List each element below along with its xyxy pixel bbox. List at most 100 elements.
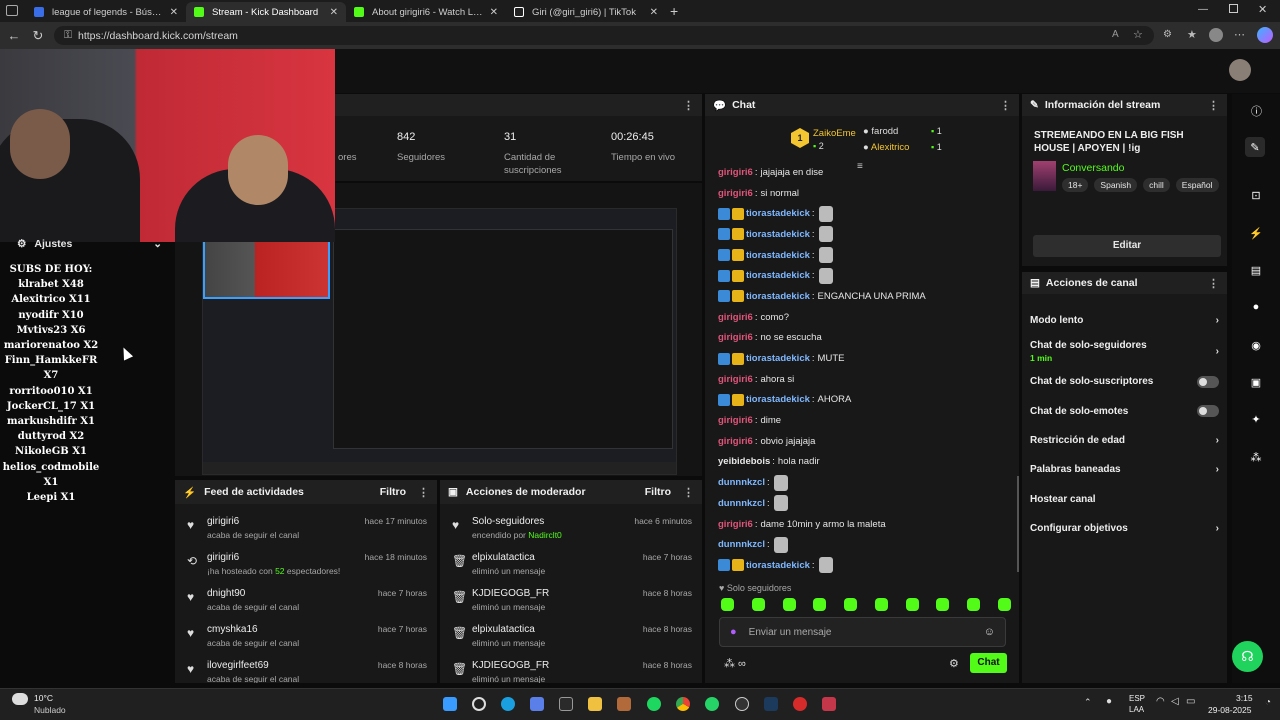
- chat-scrollbar[interactable]: [1017, 476, 1019, 572]
- close-icon[interactable]: ✕: [650, 7, 658, 18]
- windows-start-icon[interactable]: [443, 697, 457, 711]
- document-icon[interactable]: ▤: [1246, 260, 1266, 280]
- tag-chip[interactable]: Spanish: [1094, 178, 1138, 192]
- chat-username[interactable]: girigiri6: [718, 436, 753, 447]
- stream-preview-video[interactable]: [202, 208, 677, 475]
- more-options-icon[interactable]: ⋮: [1208, 277, 1219, 290]
- tab-tiktok[interactable]: Giri (@giri_giri6) | TikTok ✕: [506, 2, 666, 22]
- chat-input[interactable]: ● Enviar un mensaje ☺: [719, 617, 1006, 647]
- leader-name[interactable]: ● farodd: [863, 126, 898, 137]
- info-icon[interactable]: ⓘ: [1251, 103, 1262, 119]
- spotify-icon[interactable]: [647, 697, 661, 711]
- list-item[interactable]: 🗑 KJDIEGOGB_FR eliminó un mensaje hace 8 ho…: [452, 588, 692, 624]
- clock-time[interactable]: 3:15: [1236, 693, 1253, 703]
- app-icon[interactable]: [793, 697, 807, 711]
- more-options-icon[interactable]: ⋮: [1000, 99, 1011, 112]
- app-icon[interactable]: [822, 697, 836, 711]
- channel-action-item[interactable]: Hostear canal: [1030, 484, 1219, 513]
- leader-name[interactable]: ● Alexitrico: [863, 142, 909, 153]
- list-item[interactable]: 🗑 elpixulatactica eliminó un mensaje hace 8…: [452, 624, 692, 660]
- volume-icon[interactable]: ◁: [1171, 696, 1179, 707]
- list-item[interactable]: ♥ cmyshka16 acaba de seguir el canal hace 7…: [187, 624, 427, 660]
- close-icon[interactable]: ✕: [170, 7, 178, 18]
- chat-username[interactable]: tiorastadekick: [746, 250, 810, 261]
- list-item[interactable]: 🗑 elpixulatactica eliminó un mensaje hace 7…: [452, 552, 692, 588]
- chat-username[interactable]: dunnnkzcl: [718, 498, 765, 509]
- chat-username[interactable]: girigiri6: [718, 312, 753, 323]
- close-icon[interactable]: ✕: [330, 7, 338, 18]
- microphone-icon[interactable]: ●: [730, 626, 737, 638]
- chat-username[interactable]: dunnnkzcl: [718, 477, 765, 488]
- address-bar[interactable]: ⚿ https://dashboard.kick.com/stream: [54, 26, 1154, 45]
- focus-icon[interactable]: ⊡: [1246, 185, 1266, 205]
- reload-icon[interactable]: ↻: [26, 28, 50, 44]
- battery-icon[interactable]: ▭: [1186, 696, 1195, 707]
- chat-username[interactable]: tiorastadekick: [746, 560, 810, 571]
- more-options-icon[interactable]: ⋮: [683, 486, 694, 499]
- chat-username[interactable]: tiorastadekick: [746, 229, 810, 240]
- maximize-button[interactable]: [1229, 4, 1238, 13]
- channel-action-item[interactable]: Restricción de edad ›: [1030, 426, 1219, 455]
- channel-action-item[interactable]: Modo lento ›: [1030, 306, 1219, 335]
- profile-avatar[interactable]: [1209, 28, 1223, 42]
- store-icon[interactable]: [530, 697, 544, 711]
- list-item[interactable]: ♥ girigiri6 acaba de seguir el canal hace 1…: [187, 516, 427, 552]
- lightning-icon[interactable]: ⚡: [1246, 223, 1266, 243]
- app-icon[interactable]: [617, 697, 631, 711]
- favorite-icon[interactable]: ☆: [1133, 28, 1143, 41]
- channel-action-item[interactable]: Configurar objetivos ›: [1030, 514, 1219, 543]
- emote-icon[interactable]: [782, 598, 796, 611]
- pencil-icon[interactable]: ✎: [1245, 137, 1265, 157]
- close-icon[interactable]: ✕: [490, 7, 498, 18]
- tab-actions-icon[interactable]: [6, 5, 18, 16]
- mod-filter-button[interactable]: Filtro: [645, 486, 671, 498]
- back-icon[interactable]: ←: [2, 28, 26, 43]
- chat-username[interactable]: tiorastadekick: [746, 291, 810, 302]
- emote-icon[interactable]: [997, 598, 1011, 611]
- chat-username[interactable]: girigiri6: [718, 188, 753, 199]
- gear-icon[interactable]: ⚙: [949, 657, 959, 670]
- copilot-icon[interactable]: [1257, 27, 1273, 43]
- emote-icon[interactable]: [751, 598, 765, 611]
- search-icon[interactable]: [472, 697, 486, 711]
- chat-username[interactable]: tiorastadekick: [746, 208, 810, 219]
- list-item[interactable]: ♥ Solo-seguidores encendido por Nadirclt0 h…: [452, 516, 692, 552]
- settings-row[interactable]: ⚙ Ajustes ⌄: [17, 238, 162, 250]
- tag-chip[interactable]: 18+: [1062, 178, 1089, 192]
- more-options-icon[interactable]: ⋮: [683, 99, 694, 112]
- chat-username[interactable]: girigiri6: [718, 519, 753, 530]
- app-icon[interactable]: [559, 697, 573, 711]
- favorites-bar-icon[interactable]: ★: [1187, 28, 1197, 41]
- extensions-icon[interactable]: ⚙: [1163, 29, 1172, 40]
- emote-icon[interactable]: [936, 598, 950, 611]
- list-item[interactable]: ⟲ girigiri6 ¡ha hosteado con 52 espectador…: [187, 552, 427, 588]
- tag-chip[interactable]: chill: [1143, 178, 1170, 192]
- lang-code[interactable]: ESP: [1129, 694, 1145, 703]
- toggle-switch[interactable]: [1197, 375, 1219, 388]
- new-tab-button[interactable]: +: [670, 3, 678, 19]
- chat-username[interactable]: tiorastadekick: [746, 270, 810, 281]
- feed-filter-button[interactable]: Filtro: [380, 486, 406, 498]
- chat-username[interactable]: girigiri6: [718, 332, 753, 343]
- emote-icon[interactable]: [721, 598, 734, 611]
- chat-username[interactable]: girigiri6: [718, 374, 753, 385]
- chat-username[interactable]: girigiri6: [718, 167, 753, 178]
- list-item[interactable]: 🗑 KJDIEGOGB_FR eliminó un mensaje hace 8 ho…: [452, 660, 692, 683]
- close-window-button[interactable]: ✕: [1258, 3, 1267, 16]
- chat-settings-icons[interactable]: ⁂ ∞: [724, 657, 746, 670]
- layout-icon[interactable]: ▣: [1246, 372, 1266, 392]
- emote-icon[interactable]: [905, 598, 919, 611]
- obs-icon[interactable]: [735, 697, 749, 711]
- chat-username[interactable]: yeibidebois: [718, 456, 770, 467]
- channel-action-item[interactable]: Chat de solo-seguidores 1 min ›: [1030, 335, 1219, 367]
- weather-temp[interactable]: 10°C: [34, 693, 53, 703]
- tray-chevron-icon[interactable]: ⌃: [1084, 697, 1092, 708]
- emoji-icon[interactable]: ☺: [984, 626, 995, 638]
- channel-action-item[interactable]: Chat de solo-emotes: [1030, 397, 1219, 426]
- more-options-icon[interactable]: ⋮: [1208, 99, 1219, 112]
- moderator-name[interactable]: Nadirclt0: [528, 530, 562, 540]
- wifi-icon[interactable]: ◠: [1156, 696, 1165, 707]
- more-icon[interactable]: ⋯: [1234, 28, 1245, 41]
- chat-username[interactable]: tiorastadekick: [746, 394, 810, 405]
- category-name[interactable]: Conversando: [1062, 162, 1124, 174]
